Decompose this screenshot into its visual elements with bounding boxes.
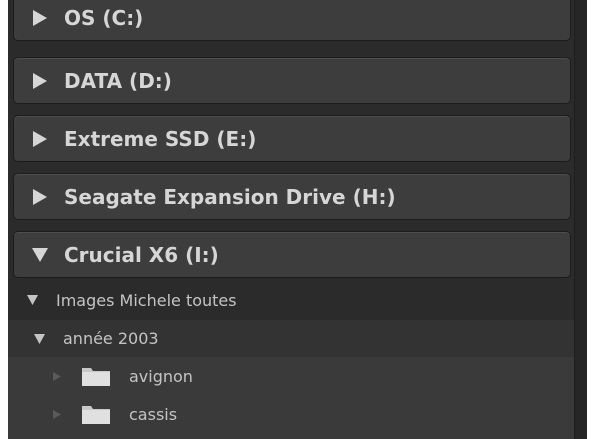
expand-right-icon[interactable]	[32, 188, 48, 205]
folder-label: Images Michele toutes	[56, 290, 237, 310]
folder-label: avignon	[129, 366, 193, 386]
folder-row-year[interactable]: année 2003	[8, 320, 575, 357]
folder-label: année 2003	[63, 329, 159, 348]
folder-row-cassis[interactable]: cassis	[8, 395, 575, 433]
drive-header-i[interactable]: Crucial X6 (I:)	[13, 231, 571, 278]
drive-header-e[interactable]: Extreme SSD (E:)	[13, 115, 571, 162]
expand-right-icon[interactable]	[32, 72, 48, 89]
drive-label: DATA (D:)	[64, 68, 172, 93]
folder-icon	[81, 403, 111, 425]
expand-down-icon[interactable]	[25, 295, 39, 305]
drive-label: Extreme SSD (E:)	[64, 126, 257, 151]
drive-label: OS (C:)	[64, 5, 144, 30]
folder-row-partial	[8, 433, 575, 439]
folder-row-avignon[interactable]: avignon	[8, 357, 575, 395]
drive-header-c[interactable]: OS (C:)	[13, 0, 571, 41]
expand-right-icon[interactable]	[32, 130, 48, 147]
expand-down-icon[interactable]	[32, 333, 46, 344]
expand-down-icon[interactable]	[32, 247, 48, 263]
folders-panel: OS (C:) DATA (D:) Extreme SSD (E:) Seaga…	[8, 0, 587, 439]
folder-label: cassis	[129, 404, 178, 424]
drive-header-h[interactable]: Seagate Expansion Drive (H:)	[13, 173, 571, 220]
drive-label: Crucial X6 (I:)	[64, 242, 219, 267]
expand-right-icon[interactable]	[51, 409, 63, 419]
drive-header-d[interactable]: DATA (D:)	[13, 57, 571, 104]
expand-right-icon[interactable]	[51, 371, 63, 381]
folder-row-root[interactable]: Images Michele toutes	[8, 283, 575, 317]
drive-label: Seagate Expansion Drive (H:)	[64, 184, 396, 209]
expand-right-icon[interactable]	[32, 9, 48, 26]
folder-icon	[81, 365, 111, 387]
scrollbar[interactable]	[574, 0, 587, 439]
